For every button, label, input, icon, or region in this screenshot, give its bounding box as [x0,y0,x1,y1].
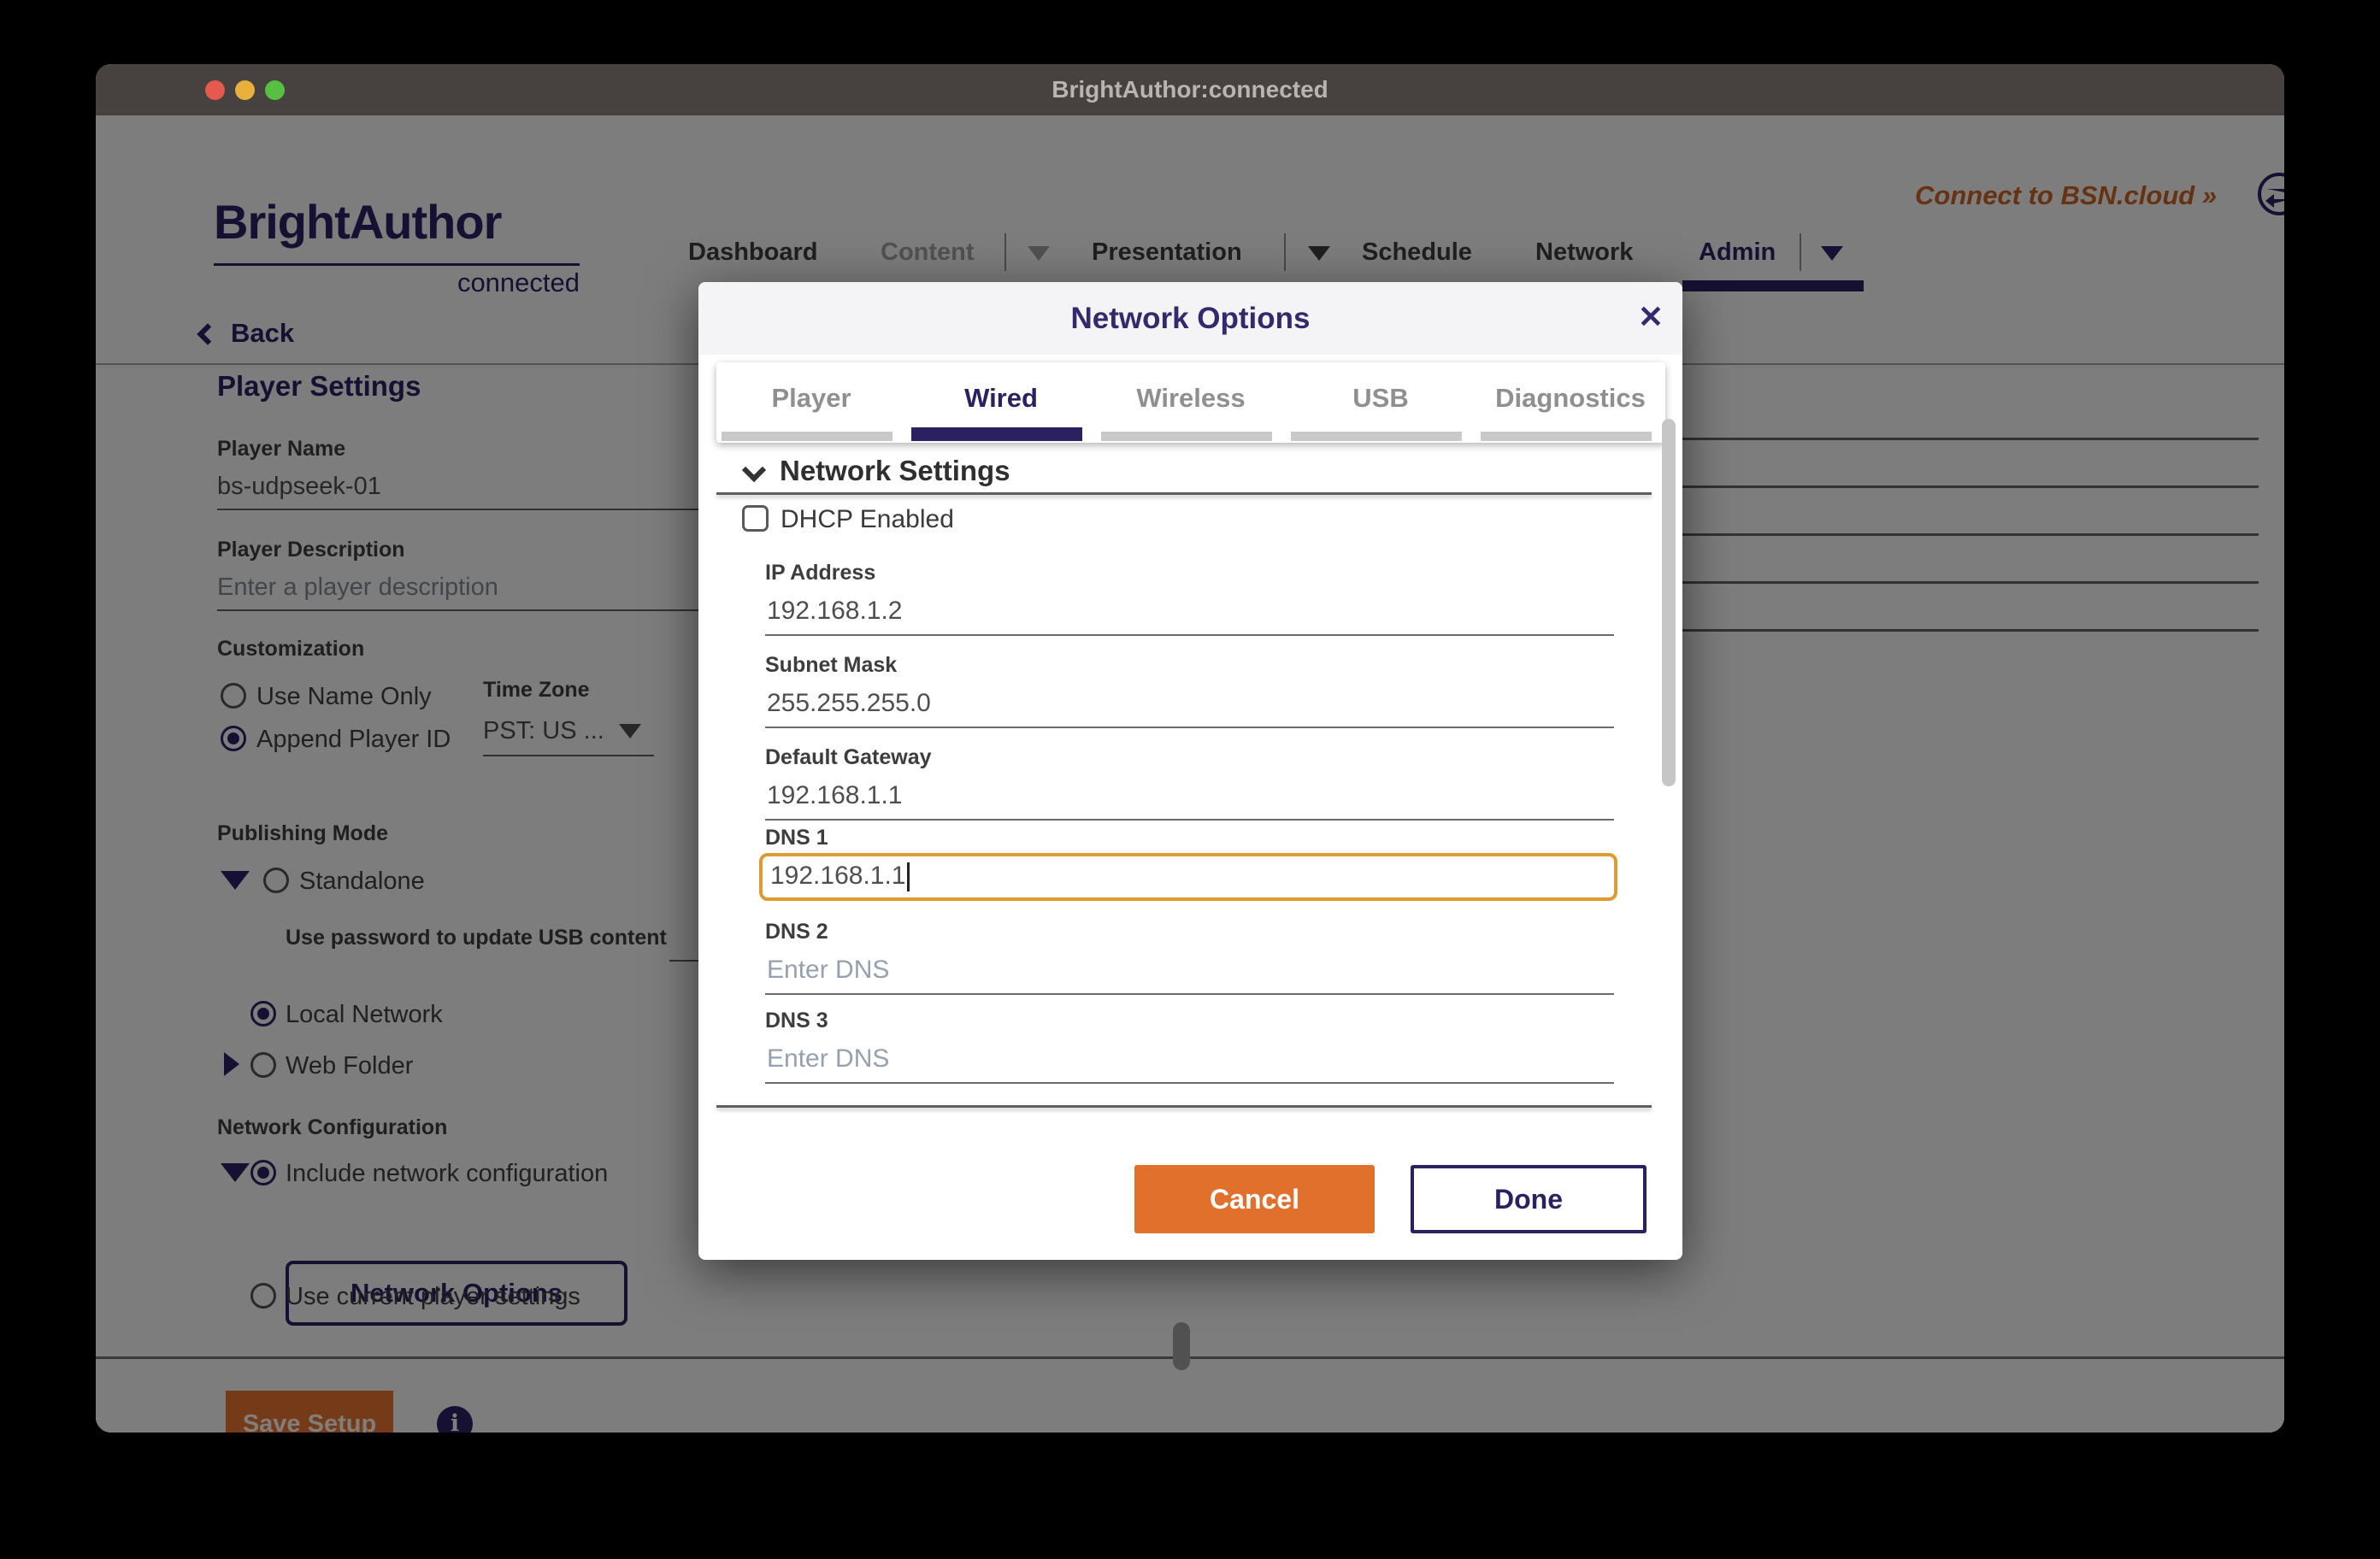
tab-player[interactable]: Player [716,362,906,443]
network-options-modal: Network Options ✕ Player Wired Wireless … [698,282,1682,1260]
tab-wireless-bar [1101,432,1272,441]
dns1-label: DNS 1 [765,826,828,850]
dns2-input[interactable]: Enter DNS [767,956,889,985]
tab-usb-bar [1291,432,1462,441]
window-title: BrightAuthor:connected [96,64,2284,115]
default-gateway-input[interactable]: 192.168.1.1 [767,781,902,810]
tab-diagnostics[interactable]: Diagnostics [1476,362,1665,443]
subnet-mask-label: Subnet Mask [765,653,897,678]
dns3-input[interactable]: Enter DNS [767,1044,889,1074]
text-cursor [907,862,910,891]
ip-address-underline [765,634,1614,636]
tab-wired[interactable]: Wired [906,362,1096,443]
cancel-button[interactable]: Cancel [1134,1165,1375,1233]
default-gateway-underline [765,819,1614,821]
tab-usb-label: USB [1352,383,1408,413]
tab-player-label: Player [771,383,851,413]
tab-wireless-label: Wireless [1136,383,1245,413]
section-collapse-chevron-icon[interactable] [742,458,766,482]
subnet-mask-underline [765,727,1614,728]
tab-diagnostics-label: Diagnostics [1495,383,1646,413]
default-gateway-label: Default Gateway [765,745,932,770]
tab-wired-bar [911,427,1082,441]
tab-player-bar [722,432,892,441]
dns2-underline [765,993,1614,995]
close-icon[interactable]: ✕ [1638,299,1664,335]
ip-address-label: IP Address [765,561,875,585]
tab-wireless[interactable]: Wireless [1096,362,1286,443]
section-divider [716,492,1652,495]
tab-wired-label: Wired [964,383,1038,413]
modal-header: Network Options ✕ [698,282,1682,355]
modal-title: Network Options [698,282,1682,355]
dns1-text: 192.168.1.1 [770,862,905,890]
dns3-underline [765,1082,1614,1084]
network-settings-section-title: Network Settings [780,455,1010,487]
titlebar: BrightAuthor:connected [96,64,2284,115]
footer-divider-modal [716,1105,1652,1108]
done-button[interactable]: Done [1411,1165,1647,1233]
dhcp-label[interactable]: DHCP Enabled [781,505,954,534]
tab-diagnostics-bar [1481,432,1652,441]
dns1-value[interactable]: 192.168.1.1 [770,862,910,891]
modal-tabs: Player Wired Wireless USB Diagnostics [716,362,1665,443]
subnet-mask-input[interactable]: 255.255.255.0 [767,689,931,718]
dns3-label: DNS 3 [765,1009,828,1033]
dhcp-checkbox[interactable] [742,505,769,532]
modal-scrollbar-thumb[interactable] [1662,419,1676,786]
dns2-label: DNS 2 [765,920,828,944]
tab-usb[interactable]: USB [1286,362,1476,443]
ip-address-input[interactable]: 192.168.1.2 [767,597,902,626]
screen: BrightAuthor:connected BrightAuthor conn… [0,0,2380,1559]
